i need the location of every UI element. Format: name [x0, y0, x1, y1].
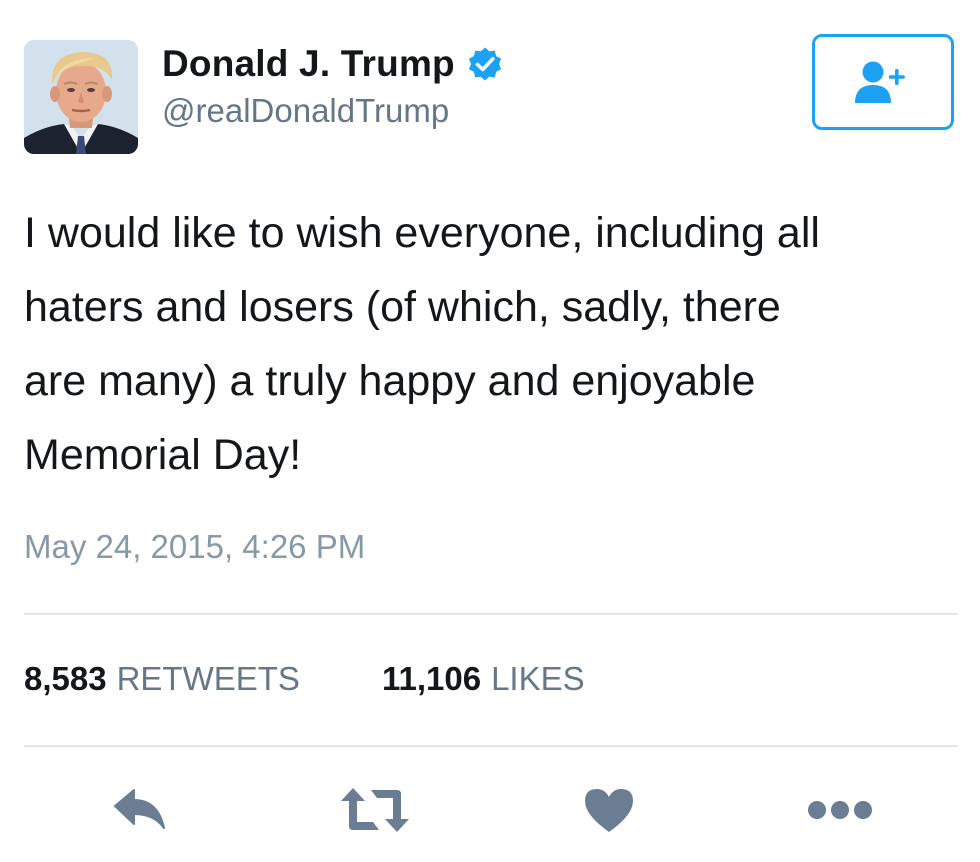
divider: [24, 745, 958, 747]
verified-badge-icon: [467, 46, 503, 82]
tweet-stats: 8,583 RETWEETS 11,106 LIKES: [24, 660, 585, 704]
reply-icon: [114, 789, 165, 829]
follow-button[interactable]: [812, 34, 954, 130]
like-button[interactable]: [569, 770, 649, 850]
tweet-text: I would like to wish everyone, including…: [24, 209, 820, 479]
reply-button[interactable]: [100, 770, 180, 850]
likes-stat[interactable]: 11,106 LIKES: [382, 660, 585, 698]
display-name[interactable]: Donald J. Trump: [162, 43, 455, 85]
heart-icon: [585, 789, 633, 832]
user-handle[interactable]: @realDonaldTrump: [162, 92, 449, 130]
retweet-icon: [341, 788, 409, 832]
retweets-stat[interactable]: 8,583 RETWEETS: [24, 660, 300, 698]
retweets-label: RETWEETS: [116, 660, 300, 697]
name-row: Donald J. Trump: [162, 40, 503, 88]
retweets-count: 8,583: [24, 660, 107, 697]
more-icon: [808, 801, 872, 819]
more-button[interactable]: [800, 770, 880, 850]
tweet-header: Donald J. Trump @realDonaldTrump: [24, 34, 958, 158]
tweet-actions: [0, 770, 980, 850]
likes-label: LIKES: [491, 660, 585, 697]
add-user-icon: [855, 61, 905, 103]
divider: [24, 613, 958, 615]
avatar[interactable]: [24, 40, 138, 154]
likes-count: 11,106: [381, 660, 482, 697]
profile-photo: [24, 40, 138, 154]
tweet-timestamp[interactable]: May 24, 2015, 4:26 PM: [24, 528, 365, 566]
retweet-button[interactable]: [335, 770, 415, 850]
